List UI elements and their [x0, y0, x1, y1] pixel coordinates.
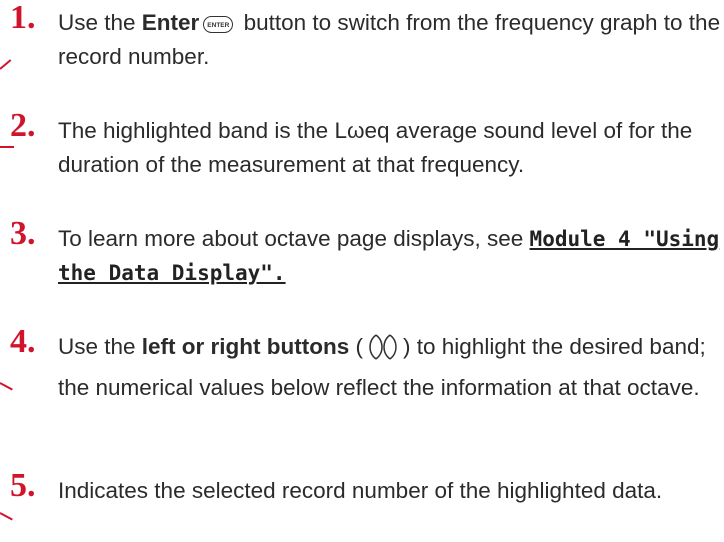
step-text: The highlighted band is the Lωeq average…	[58, 118, 693, 177]
left-right-buttons-icon	[363, 333, 403, 371]
step-number: 5.	[10, 467, 36, 504]
enter-label: Enter	[141, 10, 200, 35]
left-right-label: left or right buttons	[141, 334, 350, 359]
step-text: To learn more about octave page displays…	[58, 226, 720, 285]
callout-leader-line	[0, 59, 12, 70]
callout-leader-line	[0, 382, 13, 391]
step-text: Use the Enter ENTER button to switch from…	[58, 10, 721, 69]
callout-leader-line	[0, 512, 13, 521]
step-text: Use the left or right buttons () to high…	[58, 333, 706, 400]
step-number: 3.	[10, 215, 36, 252]
step-number: 1.	[10, 0, 36, 36]
step-text: Indicates the selected record number of …	[58, 478, 663, 503]
step-number: 2.	[10, 107, 36, 144]
step-number: 4.	[10, 323, 36, 360]
enter-button-icon: ENTER	[203, 16, 234, 33]
callout-leader-line	[0, 146, 14, 148]
